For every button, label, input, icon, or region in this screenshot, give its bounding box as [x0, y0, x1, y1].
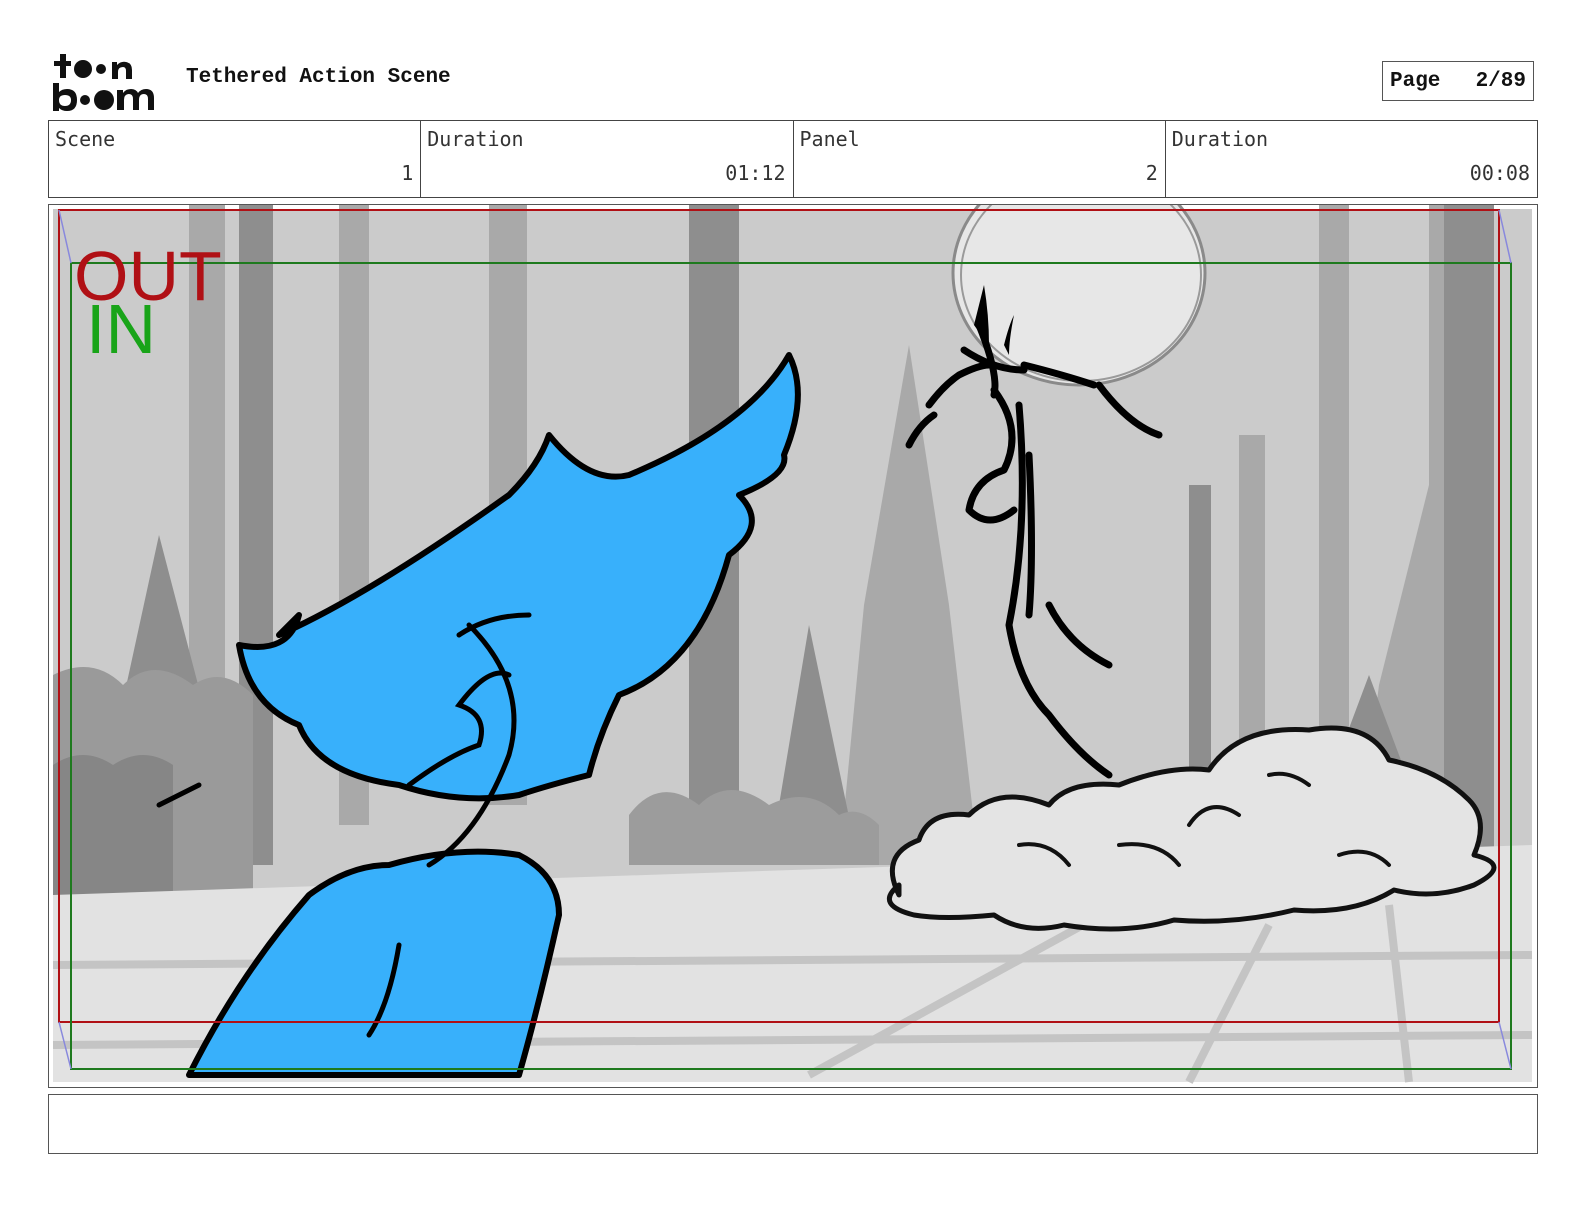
- panel-value: 2: [1145, 161, 1158, 185]
- panel-notes-box[interactable]: [48, 1094, 1538, 1154]
- panel-duration-cell: Duration 00:08: [1166, 121, 1537, 197]
- page-number: 2/89: [1475, 69, 1526, 93]
- scene-duration-label: Duration: [427, 127, 524, 151]
- scene-duration-cell: Duration 01:12: [421, 121, 794, 197]
- storyboard-panel: OUT IN: [48, 204, 1538, 1088]
- panel-duration-label: Duration: [1171, 127, 1269, 151]
- scene-cell: Scene 1: [49, 121, 422, 197]
- scene-info-row: Scene 1 Duration 01:12 Panel 2 Duration …: [48, 120, 1538, 198]
- panel-duration-value: 00:08: [1469, 161, 1530, 185]
- in-frame-label: IN: [86, 290, 156, 368]
- panel-sketch: OUT IN: [52, 205, 1533, 1084]
- scene-duration-value: 01:12: [725, 161, 786, 185]
- document-title: Tethered Action Scene: [186, 66, 451, 89]
- page-indicator: Page 2/89: [1382, 61, 1534, 101]
- panel-label: Panel: [799, 127, 860, 151]
- page-label: Page: [1390, 69, 1441, 93]
- panel-cell: Panel 2: [794, 121, 1166, 197]
- scene-value: 1: [401, 161, 414, 185]
- scene-label: Scene: [55, 127, 116, 151]
- toon-boom-logo: [53, 54, 154, 111]
